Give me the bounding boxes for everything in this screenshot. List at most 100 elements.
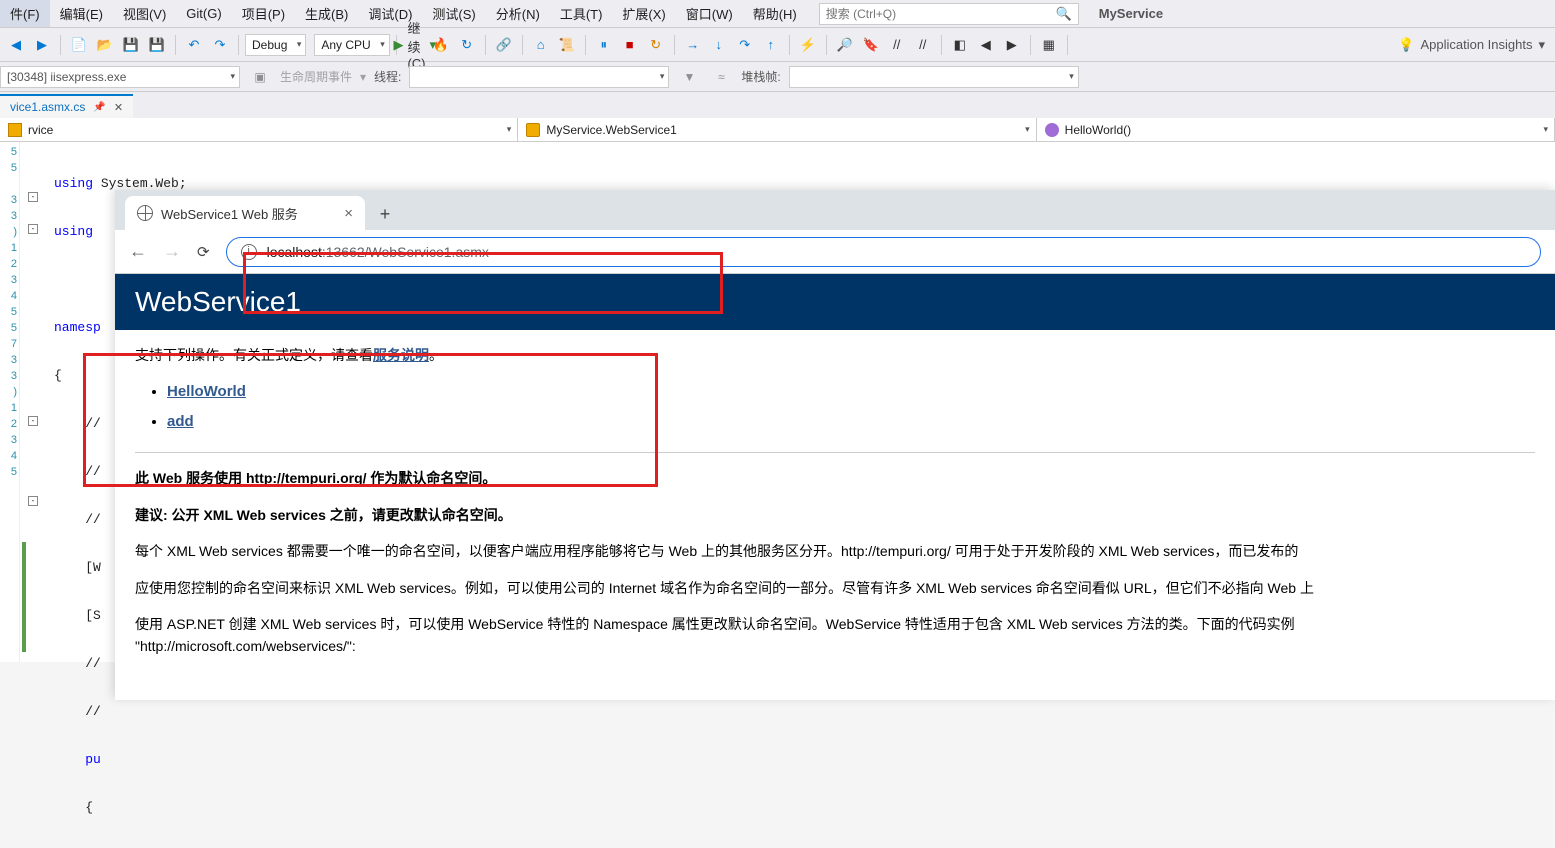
stackframe-combo[interactable] <box>789 66 1079 88</box>
menu-git[interactable]: Git(G) <box>176 2 231 25</box>
ws-operations-list: HelloWorld add <box>135 380 1535 434</box>
menu-analyze[interactable]: 分析(N) <box>486 0 550 27</box>
find-button[interactable]: 🔎 <box>833 33 857 57</box>
ws-op-item: HelloWorld <box>167 380 1535 404</box>
ws-header: WebService1 <box>115 274 1555 330</box>
restart-button[interactable]: ↻ <box>455 33 479 57</box>
bookmark-button[interactable]: 🔖 <box>859 33 883 57</box>
fold-toggle[interactable]: - <box>28 496 38 506</box>
new-file-button[interactable]: 📄 <box>67 33 91 57</box>
doc-tab-label: vice1.asmx.cs <box>10 100 85 114</box>
step-into-button[interactable]: ↓ <box>707 33 731 57</box>
config-combo[interactable]: Debug <box>245 34 306 56</box>
class-dropdown[interactable]: MyService.WebService1 <box>518 118 1036 141</box>
process-combo[interactable]: [30348] iisexpress.exe <box>0 66 240 88</box>
class-view-button[interactable]: ▦ <box>1037 33 1061 57</box>
intellitrace-button[interactable]: ⚡ <box>796 33 820 57</box>
thread-combo[interactable] <box>409 66 669 88</box>
site-info-icon[interactable]: i <box>241 244 257 260</box>
menu-view[interactable]: 视图(V) <box>113 0 176 27</box>
ws-body: 支持下列操作。有关正式定义，请查看服务说明。 HelloWorld add 此 … <box>115 330 1555 686</box>
thread-flag-icon: ▼ <box>677 65 701 89</box>
method-dropdown[interactable]: HelloWorld() <box>1037 118 1555 141</box>
address-bar[interactable]: i localhost:13662/WebService1.asmx <box>226 237 1541 267</box>
line-gutter: 5533)123455733)12345 <box>0 142 20 662</box>
doc-tab-webservice1[interactable]: vice1.asmx.cs 📌 ✕ <box>0 94 133 118</box>
ws-explain-1: 每个 XML Web services 都需要一个唯一的命名空间，以便客户端应用… <box>135 540 1535 562</box>
step-over-button[interactable]: ↷ <box>733 33 757 57</box>
menu-window[interactable]: 窗口(W) <box>676 0 743 27</box>
ws-recommend: 建议: 公开 XML Web services 之前，请更改默认命名空间。 <box>135 504 1535 526</box>
step-out-button[interactable]: ↑ <box>759 33 783 57</box>
close-icon[interactable]: ✕ <box>114 101 123 114</box>
close-tab-icon[interactable]: × <box>344 205 353 222</box>
break-all-button[interactable]: ⏸ <box>592 33 616 57</box>
globe-icon <box>137 205 153 221</box>
bulb-icon: 💡 <box>1398 37 1414 53</box>
menu-extensions[interactable]: 扩展(X) <box>612 0 675 27</box>
pin-icon[interactable]: 📌 <box>93 102 105 113</box>
browser-link-button[interactable]: 🔗 <box>492 33 516 57</box>
search-input[interactable] <box>826 7 1056 21</box>
search-box[interactable]: 🔍 <box>819 3 1079 25</box>
app-insights[interactable]: 💡 Application Insights ▾ <box>1398 37 1555 53</box>
browser-tab-title: WebService1 Web 服务 <box>161 204 298 223</box>
project-dropdown[interactable]: rvice <box>0 118 518 141</box>
undo-button[interactable]: ↶ <box>182 33 206 57</box>
toolbar: ◀ ▶ 📄 📂 💾 💾 ↶ ↷ Debug Any CPU ▶ 继续(C) ▾ … <box>0 28 1555 62</box>
fold-margin: - - - - <box>20 142 48 662</box>
thread-label: 线程: <box>374 68 401 85</box>
new-tab-button[interactable]: + <box>371 200 399 228</box>
restart-debug-button[interactable]: ↻ <box>644 33 668 57</box>
fold-toggle[interactable]: - <box>28 416 38 426</box>
platform-combo[interactable]: Any CPU <box>314 34 389 56</box>
save-button[interactable]: 💾 <box>119 33 143 57</box>
menu-build[interactable]: 生成(B) <box>295 0 358 27</box>
nav-fwd-button[interactable]: ▶ <box>30 33 54 57</box>
open-button[interactable]: 📂 <box>93 33 117 57</box>
menu-project[interactable]: 项目(P) <box>232 0 295 27</box>
comment-button[interactable]: // <box>885 33 909 57</box>
search-icon: 🔍 <box>1056 6 1072 22</box>
service-desc-link[interactable]: 服务说明 <box>373 347 429 363</box>
lifecycle-label: 生命周期事件 <box>280 68 352 85</box>
ws-op-item: add <box>167 410 1535 434</box>
solution-name: MyService <box>1099 6 1163 21</box>
toggle-bookmark-button[interactable]: ◧ <box>948 33 972 57</box>
menu-test[interactable]: 测试(S) <box>422 0 485 27</box>
redo-button[interactable]: ↷ <box>208 33 232 57</box>
browser-tab-strip: WebService1 Web 服务 × + <box>115 190 1555 230</box>
menu-tools[interactable]: 工具(T) <box>550 0 613 27</box>
divider <box>135 452 1535 453</box>
debug-bar: [30348] iisexpress.exe ▣ 生命周期事件▾ 线程: ▼ ≈… <box>0 62 1555 92</box>
show-next-stmt-button[interactable]: → <box>681 33 705 57</box>
fold-toggle[interactable]: - <box>28 224 38 234</box>
menu-help[interactable]: 帮助(H) <box>743 0 807 27</box>
browser-tab[interactable]: WebService1 Web 服务 × <box>125 196 365 230</box>
op-add-link[interactable]: add <box>167 413 194 430</box>
continue-button[interactable]: ▶ 继续(C) ▾ <box>403 33 427 57</box>
next-bookmark-button[interactable]: ▶ <box>1000 33 1024 57</box>
browser-toolbar: ← → ⟳ i localhost:13662/WebService1.asmx <box>115 230 1555 274</box>
forward-arrow-icon[interactable]: → <box>163 241 181 262</box>
prev-bookmark-button[interactable]: ◀ <box>974 33 998 57</box>
url-text: localhost:13662/WebService1.asmx <box>267 244 489 260</box>
menu-file[interactable]: 件(F) <box>0 0 50 27</box>
script-debug-button[interactable]: 📜 <box>555 33 579 57</box>
fold-toggle[interactable]: - <box>28 192 38 202</box>
hot-reload-button[interactable]: 🔥 <box>429 33 453 57</box>
back-arrow-icon[interactable]: ← <box>129 241 147 262</box>
csharp-icon <box>8 123 22 137</box>
browser-select-button[interactable]: ⌂ <box>529 33 553 57</box>
menu-bar: 件(F) 编辑(E) 视图(V) Git(G) 项目(P) 生成(B) 调试(D… <box>0 0 1555 28</box>
save-all-button[interactable]: 💾 <box>145 33 169 57</box>
reload-icon[interactable]: ⟳ <box>197 243 210 261</box>
browser-window: WebService1 Web 服务 × + ← → ⟳ i localhost… <box>115 190 1555 700</box>
nav-back-button[interactable]: ◀ <box>4 33 28 57</box>
menu-edit[interactable]: 编辑(E) <box>50 0 113 27</box>
op-helloworld-link[interactable]: HelloWorld <box>167 383 246 400</box>
nav-row: rvice MyService.WebService1 HelloWorld() <box>0 118 1555 142</box>
stop-button[interactable]: ■ <box>618 33 642 57</box>
thread-filter-icon: ≈ <box>709 65 733 89</box>
uncomment-button[interactable]: // <box>911 33 935 57</box>
